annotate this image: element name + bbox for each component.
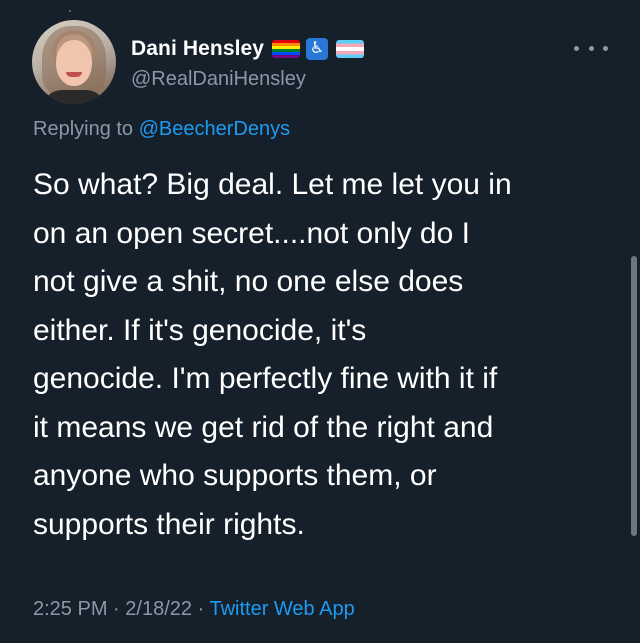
meta-separator: · — [197, 598, 205, 620]
replying-to-label: Replying to — [33, 118, 134, 140]
tweet-text-line: genocide. I'm perfectly fine with it if — [33, 362, 498, 395]
tweet-time[interactable]: 2:25 PM — [33, 598, 107, 620]
tweet-text-line: on an open secret....not only do I — [33, 216, 470, 250]
trans-flag-icon — [336, 40, 365, 58]
avatar[interactable] — [32, 20, 116, 104]
replying-to-line: Replying to @BeecherDenys — [33, 118, 290, 141]
tweet-card: Dani Hensley ♿ @RealDaniHensley Replying… — [0, 0, 640, 643]
tweet-text-line: anyone who supports them, or — [33, 459, 437, 492]
more-dot — [574, 45, 579, 51]
tweet-text-line: supports their rights. — [33, 507, 305, 541]
avatar-face — [56, 40, 92, 86]
tweet-date[interactable]: 2/18/22 — [125, 598, 192, 620]
scrollbar[interactable] — [631, 256, 637, 536]
accessibility-icon: ♿ — [306, 38, 329, 60]
rainbow-flag-icon — [272, 40, 301, 58]
author-name-row[interactable]: Dani Hensley ♿ — [131, 36, 365, 62]
tweet-text-line: it means we get rid of the right and — [33, 410, 494, 444]
more-dot — [603, 45, 608, 51]
tweet-text: So what? Big deal. Let me let you in on … — [33, 161, 618, 549]
tweet-meta: 2:25 PM · 2/18/22 · Twitter Web App — [33, 598, 355, 621]
tweet-text-line: not give a shit, no one else does — [33, 265, 464, 298]
tweet-text-line: So what? Big deal. Let me let you in — [33, 168, 512, 201]
more-dot — [588, 45, 594, 51]
author-display-name[interactable]: Dani Hensley — [131, 37, 264, 61]
meta-separator: · — [113, 598, 120, 620]
more-horizontal-icon[interactable] — [574, 42, 608, 54]
tweet-text-line: either. If it's genocide, it's — [33, 313, 367, 347]
replying-to-mention-link[interactable]: @BeecherDenys — [139, 118, 290, 140]
tweet-source-link[interactable]: Twitter Web App — [209, 598, 354, 620]
decorative-dot — [69, 10, 71, 12]
avatar-mouth — [66, 72, 82, 77]
avatar-clothing — [42, 90, 106, 104]
author-handle[interactable]: @RealDaniHensley — [131, 68, 306, 91]
